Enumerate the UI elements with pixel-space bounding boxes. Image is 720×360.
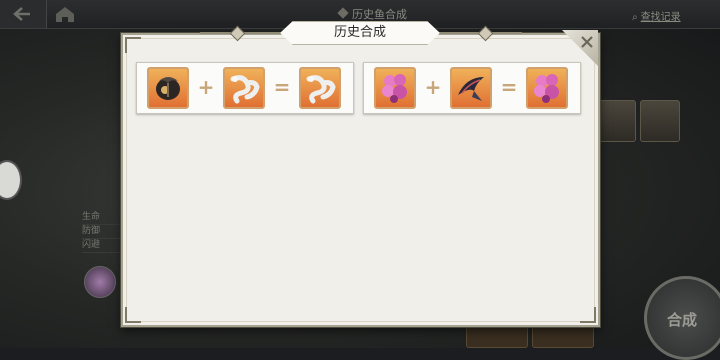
corner-ornament bbox=[125, 307, 141, 323]
equals-sign: = bbox=[273, 75, 291, 99]
diamond-ornament-icon bbox=[477, 25, 494, 42]
fusion-recipe-card: + = bbox=[136, 62, 354, 114]
equals-sign: = bbox=[500, 75, 518, 99]
dialog-title: 历史合成 bbox=[280, 21, 440, 45]
fuse-button[interactable]: 合成 bbox=[644, 276, 720, 360]
corner-ornament bbox=[580, 307, 596, 323]
pink-curly-fish-icon bbox=[382, 74, 407, 103]
equipped-item-slot[interactable] bbox=[84, 266, 116, 298]
fusion-recipe-card: + = bbox=[363, 62, 581, 114]
ingredient-slot[interactable] bbox=[374, 67, 416, 109]
corner-ornament bbox=[125, 37, 141, 53]
search-icon: ⌕ bbox=[632, 12, 638, 23]
ingredient-slot[interactable] bbox=[223, 67, 265, 109]
pink-curly-fish-icon bbox=[534, 74, 559, 103]
title-bullet-icon bbox=[337, 7, 349, 19]
result-slot[interactable] bbox=[526, 67, 568, 109]
search-record-link[interactable]: ⌕ 查找记录 bbox=[632, 8, 681, 23]
white-serpent-fish-icon bbox=[230, 75, 260, 104]
dialog-title-bar: 历史合成 bbox=[200, 18, 522, 48]
plus-sign: + bbox=[197, 75, 215, 99]
ingredient-slot[interactable] bbox=[147, 67, 189, 109]
bg-fish-thumb[interactable] bbox=[640, 100, 680, 142]
close-icon bbox=[581, 36, 593, 48]
dark-masked-fish-icon bbox=[156, 77, 180, 100]
white-serpent-fish-icon bbox=[306, 75, 336, 104]
diamond-ornament-icon bbox=[229, 25, 246, 42]
ingredient-slot[interactable] bbox=[450, 67, 492, 109]
bg-fish-thumb[interactable] bbox=[596, 100, 636, 142]
plus-sign: + bbox=[424, 75, 442, 99]
home-button[interactable] bbox=[52, 4, 78, 24]
home-icon bbox=[56, 7, 74, 22]
dark-swallow-fish-icon bbox=[458, 77, 484, 101]
search-record-label: 查找记录 bbox=[640, 12, 681, 23]
result-slot[interactable] bbox=[299, 67, 341, 109]
fuse-button-label: 合成 bbox=[667, 311, 698, 329]
back-button[interactable] bbox=[0, 0, 47, 28]
back-arrow-icon bbox=[13, 7, 30, 21]
